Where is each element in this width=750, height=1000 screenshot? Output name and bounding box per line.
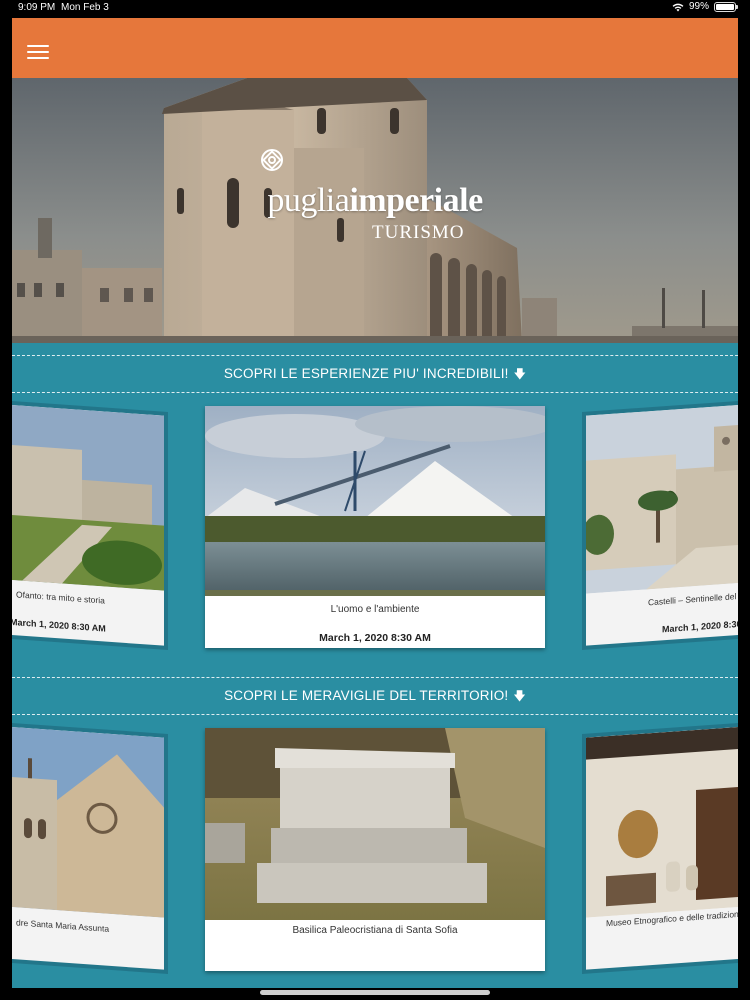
logo-subtitle: TURISMO bbox=[372, 222, 465, 243]
hero-banner: pugliaimperiale TURISMO bbox=[12, 78, 738, 343]
logo-name-bold: imperiale bbox=[349, 182, 483, 219]
card-caption: Ofanto: tra mito e storia bbox=[16, 589, 105, 606]
divider bbox=[12, 677, 738, 678]
card-photo-saltpans bbox=[205, 406, 545, 596]
card-photo-sarcophagus bbox=[205, 728, 545, 920]
carousel-card-center[interactable]: L'uomo e l'ambiente March 1, 2020 8:30 A… bbox=[205, 406, 545, 648]
section-meraviglie-header: SCOPRI LE MERAVIGLIE DEL TERRITORIO! 🡇 bbox=[12, 674, 738, 715]
battery-icon bbox=[714, 1, 738, 12]
divider bbox=[12, 392, 738, 393]
section-title-text: SCOPRI LE MERAVIGLIE DEL TERRITORIO! bbox=[224, 688, 509, 703]
section-title: SCOPRI LE ESPERIENZE PIU' INCREDIBILI! 🡇 bbox=[12, 365, 738, 386]
logo-wordmark: pugliaimperiale bbox=[260, 182, 490, 220]
card-caption: Basilica Paleocristiana di Santa Sofia bbox=[292, 925, 458, 936]
card-photo-castle-tower bbox=[586, 404, 738, 594]
status-date: Mon Feb 3 bbox=[61, 2, 109, 13]
arrow-down-icon: 🡇 bbox=[513, 367, 527, 381]
hamburger-icon[interactable] bbox=[27, 45, 49, 61]
card-photo-museum bbox=[586, 726, 738, 918]
app-frame: pugliaimperiale TURISMO SCOPRI LE ESPERI… bbox=[12, 18, 738, 988]
card-caption: dre Santa Maria Assunta bbox=[16, 917, 110, 934]
divider bbox=[12, 714, 738, 715]
section-title-text: SCOPRI LE ESPERIENZE PIU' INCREDIBILI! bbox=[223, 366, 509, 381]
card-photo-castle bbox=[12, 404, 164, 591]
carousel-card-right[interactable]: Museo Etnografico e delle tradizioni bbox=[586, 726, 738, 970]
logo-emblem-icon bbox=[261, 149, 283, 171]
card-caption: Castelli – Sentinelle del bbox=[648, 591, 737, 608]
section-title: SCOPRI LE MERAVIGLIE DEL TERRITORIO! 🡇 bbox=[12, 687, 738, 708]
carousel-card-left[interactable]: Ofanto: tra mito e storia March 1, 2020 … bbox=[12, 404, 164, 646]
logo-name-regular: puglia bbox=[267, 182, 350, 219]
home-indicator[interactable] bbox=[260, 990, 490, 995]
card-datetime: March 1, 2020 8:30 AM bbox=[319, 632, 431, 644]
card-photo-cathedral bbox=[12, 726, 164, 918]
carousel-card-right[interactable]: Castelli – Sentinelle del March 1, 2020 … bbox=[586, 404, 738, 646]
divider bbox=[12, 355, 738, 356]
wifi-icon bbox=[672, 3, 684, 11]
card-datetime: March 1, 2020 8:30 AM bbox=[662, 618, 738, 635]
experiences-carousel[interactable]: Ofanto: tra mito e storia March 1, 2020 … bbox=[12, 400, 738, 655]
top-app-bar bbox=[12, 18, 738, 78]
status-right: 99% bbox=[672, 1, 738, 12]
status-bar: 9:09 PM Mon Feb 3 99% bbox=[0, 0, 750, 16]
battery-percent: 99% bbox=[688, 1, 709, 12]
card-caption: L'uomo e l'ambiente bbox=[330, 604, 420, 615]
status-time: 9:09 PM bbox=[18, 2, 56, 13]
card-datetime: March 1, 2020 8:30 AM bbox=[12, 616, 106, 634]
arrow-down-icon: 🡇 bbox=[513, 689, 526, 703]
carousel-card-left[interactable]: dre Santa Maria Assunta bbox=[12, 726, 164, 970]
carousel-card-center[interactable]: Basilica Paleocristiana di Santa Sofia bbox=[205, 728, 545, 971]
territory-carousel[interactable]: dre Santa Maria Assunta Basilica Paleocr… bbox=[12, 722, 738, 977]
section-esperienze-header: SCOPRI LE ESPERIENZE PIU' INCREDIBILI! 🡇 bbox=[12, 352, 738, 393]
